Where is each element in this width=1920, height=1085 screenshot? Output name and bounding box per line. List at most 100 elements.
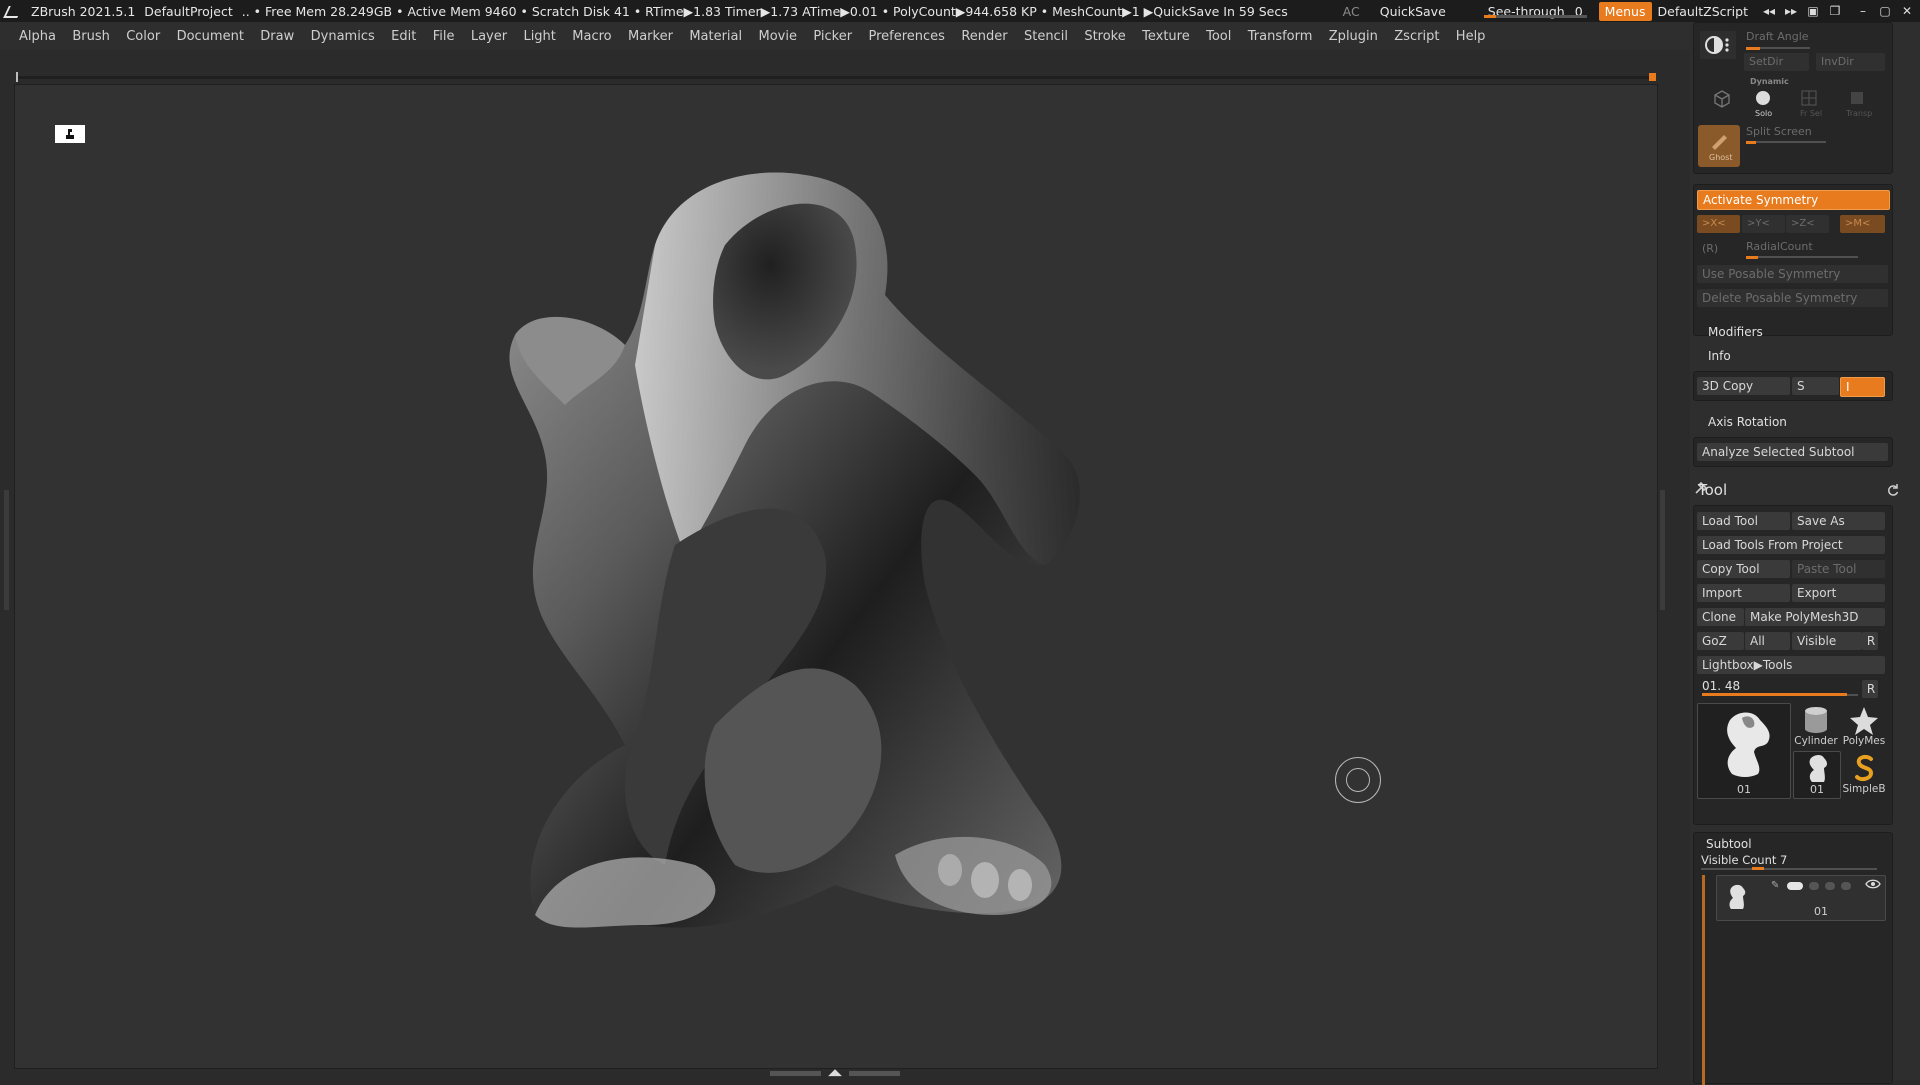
delete-posable-symmetry-button[interactable]: Delete Posable Symmetry <box>1697 289 1888 307</box>
current-tool-name[interactable]: 01. 48 <box>1702 679 1740 693</box>
subtool-eye-icon[interactable] <box>1865 878 1881 890</box>
frame-select-button[interactable]: Fr Sel <box>1794 87 1824 118</box>
menu-document[interactable]: Document <box>168 29 252 44</box>
copy-tool-button[interactable]: Copy Tool <box>1697 560 1790 578</box>
invdir-button[interactable]: InvDir <box>1816 53 1885 71</box>
goz-visible-button[interactable]: Visible <box>1792 632 1862 650</box>
bottom-tray-handle[interactable]: ◢◣ <box>770 1069 900 1078</box>
menu-draw[interactable]: Draw <box>252 29 302 44</box>
refresh-icon[interactable] <box>1886 483 1900 497</box>
y-symmetry-button[interactable]: >Y< <box>1742 215 1785 233</box>
subtool-toggle-4[interactable] <box>1841 882 1851 890</box>
visible-count-label[interactable]: Visible Count 7 <box>1701 853 1787 867</box>
menu-zplugin[interactable]: Zplugin <box>1321 29 1387 44</box>
menu-edit[interactable]: Edit <box>383 29 425 44</box>
m-symmetry-button[interactable]: >M< <box>1840 215 1885 233</box>
goz-all-button[interactable]: All <box>1745 632 1790 650</box>
ghost-button[interactable]: Ghost <box>1698 125 1740 167</box>
tray-arrows-icon[interactable]: ◢◣ <box>825 1069 845 1078</box>
timeline-end-marker[interactable] <box>1649 73 1656 81</box>
toggle-visibility-icon[interactable] <box>1700 31 1736 59</box>
subtool-scrollbar[interactable] <box>1702 875 1705 1085</box>
minimize-icon[interactable]: – <box>1852 4 1874 18</box>
menu-tool[interactable]: Tool <box>1198 29 1240 44</box>
goz-button[interactable]: GoZ <box>1697 632 1744 650</box>
right-tray-handle[interactable] <box>1660 490 1665 610</box>
close-icon[interactable]: ✕ <box>1896 4 1918 18</box>
seethrough-slider[interactable]: See-through 0 <box>1476 4 1595 19</box>
analyze-subtool-button[interactable]: Analyze Selected Subtool <box>1697 443 1888 461</box>
menu-transform[interactable]: Transform <box>1240 29 1321 44</box>
goz-r-button[interactable]: R <box>1862 632 1878 650</box>
menu-alpha[interactable]: Alpha <box>0 29 64 44</box>
timeline-ruler[interactable] <box>16 72 1656 82</box>
copy3d-s-button[interactable]: S <box>1792 377 1839 395</box>
subtool-item[interactable]: ✎ 01 <box>1716 875 1886 921</box>
save-as-button[interactable]: Save As <box>1792 512 1885 530</box>
lightbox-tools-button[interactable]: Lightbox▶Tools <box>1697 656 1885 674</box>
tool-thumb-small[interactable]: 01 <box>1793 751 1841 799</box>
load-tools-from-project-button[interactable]: Load Tools From Project <box>1697 536 1885 554</box>
modifiers-header[interactable]: Modifiers <box>1708 325 1763 339</box>
menu-picker[interactable]: Picker <box>805 29 860 44</box>
menu-help[interactable]: Help <box>1448 29 1494 44</box>
floor-grid-icon[interactable] <box>55 125 85 143</box>
menu-dynamics[interactable]: Dynamics <box>302 29 382 44</box>
make-polymesh-button[interactable]: Make PolyMesh3D <box>1745 608 1885 626</box>
tool-thumb-polymesh[interactable]: PolyMes <box>1841 703 1887 749</box>
subtool-toggle-3[interactable] <box>1825 882 1835 890</box>
project-name[interactable]: DefaultProject <box>144 4 232 19</box>
solo-button[interactable]: Solo <box>1748 87 1778 118</box>
left-tray-handle[interactable] <box>4 490 9 610</box>
menus-toggle[interactable]: Menus <box>1598 1 1652 21</box>
split-screen-label[interactable]: Split Screen <box>1746 125 1812 138</box>
menu-marker[interactable]: Marker <box>620 29 681 44</box>
tool-slider[interactable] <box>1702 693 1847 696</box>
radial-count-label[interactable]: RadialCount <box>1746 240 1813 253</box>
timeline-start-marker[interactable] <box>16 72 18 82</box>
menu-brush[interactable]: Brush <box>64 29 118 44</box>
radial-count-slider[interactable] <box>1746 256 1758 259</box>
radial-r-toggle[interactable]: (R) <box>1702 242 1718 255</box>
menu-file[interactable]: File <box>425 29 463 44</box>
sculpt-mesh[interactable] <box>475 125 1135 1055</box>
menu-layer[interactable]: Layer <box>463 29 516 44</box>
menu-stencil[interactable]: Stencil <box>1016 29 1076 44</box>
z-symmetry-button[interactable]: >Z< <box>1786 215 1829 233</box>
tool-palette-title[interactable]: Tool <box>1698 481 1727 499</box>
split-screen-slider[interactable] <box>1746 141 1756 144</box>
visible-count-slider[interactable] <box>1752 867 1764 870</box>
ac-toggle[interactable]: AC <box>1333 4 1370 19</box>
restore-icon[interactable]: ▢ <box>1874 4 1896 18</box>
tool-slider-r-button[interactable]: R <box>1862 680 1878 698</box>
subtool-brush-icon[interactable]: ✎ <box>1771 880 1779 891</box>
activate-symmetry-button[interactable]: Activate Symmetry <box>1697 190 1890 210</box>
setdir-button[interactable]: SetDir <box>1744 53 1809 71</box>
export-button[interactable]: Export <box>1792 584 1885 602</box>
menu-material[interactable]: Material <box>681 29 750 44</box>
draft-angle-label[interactable]: Draft Angle <box>1746 30 1809 43</box>
menu-zscript[interactable]: Zscript <box>1386 29 1448 44</box>
tool-thumb-cylinder[interactable]: Cylinder <box>1793 703 1839 749</box>
copy3d-i-button[interactable]: I <box>1840 377 1885 397</box>
copy3d-button[interactable]: 3D Copy <box>1697 377 1790 395</box>
subtool-header[interactable]: Subtool <box>1706 837 1752 851</box>
load-tool-button[interactable]: Load Tool <box>1697 512 1790 530</box>
script-name[interactable]: DefaultZScript <box>1656 4 1759 19</box>
x-symmetry-button[interactable]: >X< <box>1697 215 1740 233</box>
clone-button[interactable]: Clone <box>1697 608 1744 626</box>
axis-rotation-header[interactable]: Axis Rotation <box>1708 415 1787 429</box>
menu-render[interactable]: Render <box>953 29 1016 44</box>
menu-light[interactable]: Light <box>515 29 564 44</box>
tool-thumb-main[interactable]: 01 <box>1697 703 1791 799</box>
use-posable-symmetry-button[interactable]: Use Posable Symmetry <box>1697 265 1888 283</box>
subtool-polypaint-toggle[interactable] <box>1787 882 1803 890</box>
paste-tool-button[interactable]: Paste Tool <box>1792 560 1885 578</box>
info-header[interactable]: Info <box>1708 349 1731 363</box>
menu-color[interactable]: Color <box>118 29 168 44</box>
cube-icon[interactable] <box>1712 89 1732 109</box>
subtool-toggle-2[interactable] <box>1809 882 1819 890</box>
quicksave-button[interactable]: QuickSave <box>1370 4 1456 19</box>
menu-macro[interactable]: Macro <box>564 29 620 44</box>
menu-stroke[interactable]: Stroke <box>1076 29 1134 44</box>
